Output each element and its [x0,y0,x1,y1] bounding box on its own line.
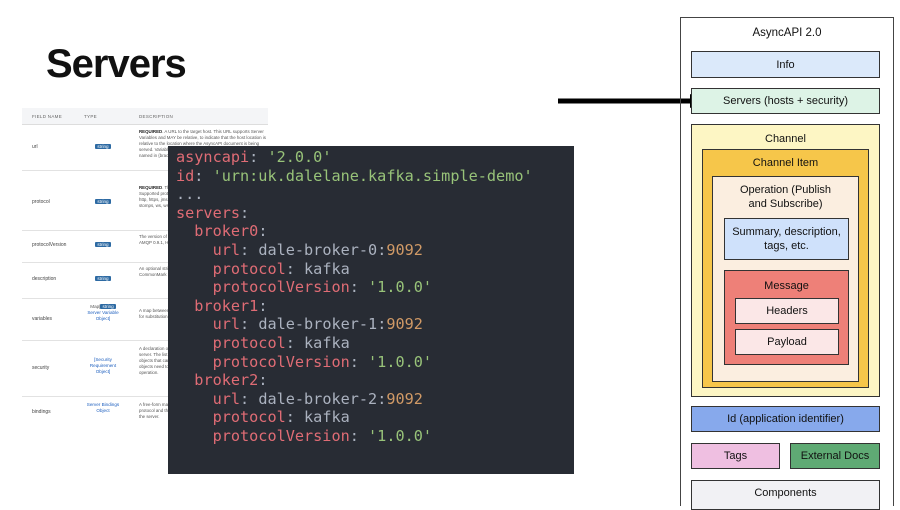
code-line: broker1: [194,296,268,315]
slide-title: Servers [46,42,187,86]
code-line: url: dale-broker-1:9092 [212,315,423,334]
channel-label: Channel [765,133,806,145]
yaml-code-block: asyncapi: '2.0.0' id: 'urn:uk.dalelane.k… [168,146,574,474]
field-name: variables [32,316,53,322]
asyncapi-diagram: AsyncAPI 2.0 Info Servers (hosts + secur… [680,17,894,510]
code-line: protocolVersion: '1.0.0' [212,426,433,445]
message-box: Message Headers Payload [724,270,849,365]
field-type-link[interactable]: [Security Requirement Object] [84,357,122,375]
header-description: DESCRIPTION [139,114,174,119]
code-line: protocol: kafka [212,408,350,427]
external-docs-box: External Docs [790,443,880,469]
headers-box: Headers [735,298,839,324]
field-type: string [95,276,111,281]
code-line: asyncapi: '2.0.0' [176,148,332,166]
field-type-link[interactable]: Server Bindings Object [84,402,122,414]
code-line: url: dale-broker-2:9092 [212,389,423,408]
field-type: string [95,144,111,149]
field-name: description [32,276,57,282]
field-name: protocol [32,199,50,205]
code-line: protocol: kafka [212,259,350,278]
code-line: url: dale-broker-0:9092 [212,240,423,259]
code-line: ... [176,185,204,204]
code-line: id: 'urn:uk.dalelane.kafka.simple-demo' [176,166,533,185]
field-type: string [95,199,111,204]
id-box: Id (application identifier) [691,406,880,432]
summary-box: Summary, description, tags, etc. [724,218,849,260]
operation-box: Operation (Publish and Subscribe) Summar… [712,176,859,382]
code-line: servers: [176,203,250,222]
field-type: Map[string Server Variable Object] [87,304,119,321]
message-label: Message [764,280,809,292]
code-line: protocol: kafka [212,333,350,352]
field-type: string [95,242,111,247]
tags-box: Tags [691,443,780,469]
spec-table-header: FIELD NAME TYPE DESCRIPTION [22,108,268,125]
header-field-name: FIELD NAME [32,114,63,119]
field-name: url [32,144,38,150]
channel-item-label: Channel Item [752,157,819,169]
field-name: security [32,365,50,371]
channel-box: Channel Channel Item Operation (Publish … [691,124,880,397]
diagram-title: AsyncAPI 2.0 [752,27,822,39]
code-line: broker0: [194,222,268,241]
channel-item-box: Channel Item Operation (Publish and Subs… [702,149,869,388]
code-line: broker2: [194,371,268,390]
field-name: bindings [32,409,51,415]
header-type: TYPE [84,114,97,119]
code-line: protocolVersion: '1.0.0' [212,352,433,371]
info-box: Info [691,51,880,78]
field-name: protocolVersion [32,242,67,248]
payload-box: Payload [735,329,839,355]
code-line: protocolVersion: '1.0.0' [212,278,433,297]
operation-label: Operation (Publish and Subscribe) [739,184,832,210]
servers-box: Servers (hosts + security) [691,88,880,114]
